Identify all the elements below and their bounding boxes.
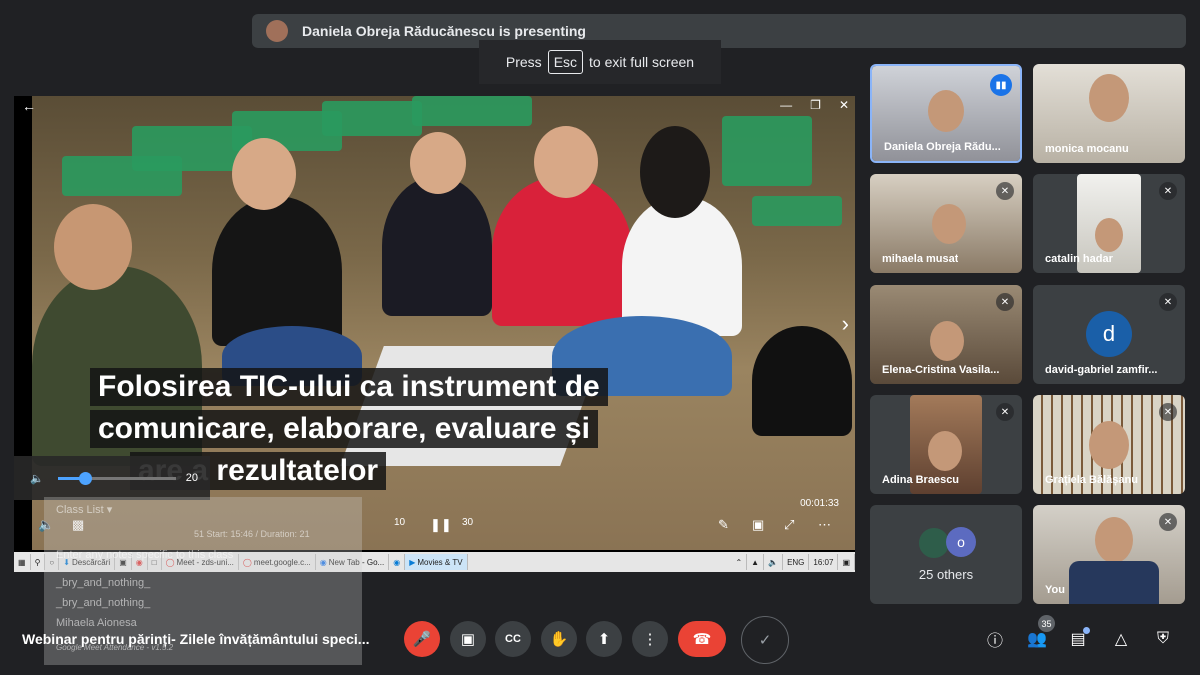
volume-value: 20 <box>185 472 198 484</box>
extension-button[interactable]: ✓ <box>741 616 789 664</box>
class-list-select[interactable]: Class List ▾ <box>56 503 112 516</box>
participant-name: Adina Braescu <box>882 474 960 486</box>
tray-chevron-icon[interactable]: ⌃ <box>731 554 748 570</box>
minimize-icon[interactable]: — <box>780 98 792 112</box>
participant-name: Grațiela Bălășanu <box>1045 474 1138 486</box>
avatar <box>266 20 288 42</box>
chat-notification-dot <box>1083 627 1090 634</box>
participant-name: Elena-Cristina Vasila... <box>882 364 1000 376</box>
more-icon: ⋮ <box>642 631 658 648</box>
participant-tile[interactable]: ✕ You <box>1033 505 1185 604</box>
participant-tile[interactable]: ✕ mihaela musat <box>870 174 1022 273</box>
mic-off-icon: ✕ <box>996 293 1014 311</box>
avatar: o <box>946 527 976 557</box>
close-icon[interactable]: ✕ <box>839 98 849 112</box>
participant-name: monica mocanu <box>1045 143 1129 155</box>
meeting-title: Webinar pentru părinți- Zilele învățămân… <box>22 631 370 647</box>
present-button[interactable]: ⬆ <box>586 621 622 657</box>
captions-icon: CC <box>505 633 521 645</box>
volume-icon[interactable]: 🔈 <box>30 472 44 485</box>
participant-name: mihaela musat <box>882 253 959 265</box>
edge-icon[interactable]: ◉ <box>389 554 406 570</box>
taskbar-clock[interactable]: 16:07 <box>809 554 839 570</box>
participant-tile[interactable]: ✕ Adina Braescu <box>870 395 1022 494</box>
participant-tile[interactable]: ✕ catalin hadar <box>1033 174 1185 273</box>
camera-icon: ▣ <box>460 631 476 648</box>
volume-slider[interactable] <box>57 471 176 485</box>
check-icon: ✓ <box>758 632 772 649</box>
wifi-icon[interactable]: ▲ <box>747 554 765 570</box>
raise-hand-icon: ✋ <box>549 631 569 648</box>
mic-off-icon: ✕ <box>1159 403 1177 421</box>
banner-text: Press <box>505 54 542 70</box>
participant-name: You <box>1045 584 1065 596</box>
esc-key: Esc <box>547 50 584 74</box>
skip-back-button[interactable]: 10 <box>394 517 405 528</box>
host-controls-icon[interactable]: ⛨ <box>1151 627 1175 651</box>
participant-tile[interactable]: ✕ Grațiela Bălășanu <box>1033 395 1185 494</box>
meeting-info-icon[interactable]: ⓘ <box>983 627 1007 651</box>
window-controls: — ❐ ✕ <box>780 98 849 112</box>
mic-off-icon: 🎤 <box>412 631 432 648</box>
participant-tile[interactable]: ▮▮ Daniela Obreja Rădu... <box>870 64 1022 163</box>
captions-button[interactable]: CC <box>495 621 531 657</box>
participant-tile[interactable]: ✕ Elena-Cristina Vasila... <box>870 285 1022 384</box>
caption-line: comunicare, elaborare, evaluare și <box>90 410 598 448</box>
more-icon[interactable]: ⋯ <box>818 517 831 533</box>
others-count: 25 others <box>918 567 974 582</box>
participant-tile[interactable]: d ✕ david-gabriel zamfir... <box>1033 285 1185 384</box>
caption-line: Folosirea TIC-ului ca instrument de <box>90 368 608 406</box>
more-options-button[interactable]: ⋮ <box>632 621 668 657</box>
speaking-icon: ▮▮ <box>990 74 1012 96</box>
back-arrow-icon[interactable]: ← <box>22 98 36 114</box>
raise-hand-button[interactable]: ✋ <box>541 621 577 657</box>
participant-tile[interactable]: monica mocanu <box>1033 64 1185 163</box>
skip-forward-button[interactable]: 30 <box>462 517 473 528</box>
notes-field[interactable]: Enter any notes specific to this class <box>56 549 233 561</box>
windows-start-icon[interactable]: ▦ <box>14 554 31 570</box>
taskbar-item[interactable]: ▶ Movies & TV <box>405 554 468 570</box>
camera-toggle-button[interactable]: ▣ <box>450 621 486 657</box>
others-tile[interactable]: o 25 others <box>870 505 1022 604</box>
pause-icon[interactable]: ❚❚ <box>430 517 452 533</box>
fullscreen-icon[interactable]: ⤢ <box>784 517 794 533</box>
list-item: _bry_and_nothing_ <box>56 597 151 609</box>
banner-text: to exit full screen <box>589 54 695 70</box>
mic-toggle-button[interactable]: 🎤 <box>404 621 440 657</box>
participant-name: catalin hadar <box>1045 253 1113 265</box>
people-count-badge: 35 <box>1038 615 1055 632</box>
time-readout: 00:01:33 <box>800 498 839 509</box>
restore-icon[interactable]: ❐ <box>810 98 821 112</box>
mic-off-icon: ✕ <box>1159 293 1177 311</box>
participant-name: Daniela Obreja Rădu... <box>884 141 1001 153</box>
miniplayer-icon[interactable]: ▣ <box>752 517 764 533</box>
mic-off-icon: ✕ <box>996 403 1014 421</box>
activities-icon[interactable]: △ <box>1109 627 1133 651</box>
list-item: Mihaela Aionesa <box>56 617 137 629</box>
list-item: _bry_and_nothing_ <box>56 577 151 589</box>
notifications-icon[interactable]: ▣ <box>838 554 855 570</box>
present-icon: ⬆ <box>597 631 611 648</box>
fullscreen-banner: Press Esc to exit full screen <box>479 40 721 84</box>
attendance-stats: 51 Start: 15:46 / Duration: 21 <box>194 529 310 539</box>
volume-popup: 🔈 20 <box>14 456 210 500</box>
language-indicator[interactable]: ENG <box>783 554 810 570</box>
chevron-right-icon[interactable]: › <box>842 311 849 337</box>
participant-name: david-gabriel zamfir... <box>1045 364 1158 376</box>
avatar: d <box>1086 311 1132 357</box>
sound-icon[interactable]: 🔈 <box>764 554 784 570</box>
mic-off-icon: ✕ <box>1159 182 1177 200</box>
mic-off-icon: ✕ <box>996 182 1014 200</box>
end-call-icon: ☎ <box>692 631 712 648</box>
pen-icon[interactable]: ✎ <box>718 517 729 533</box>
leave-call-button[interactable]: ☎ <box>678 621 726 657</box>
presenting-text: Daniela Obreja Răducănescu is presenting <box>302 23 586 39</box>
mic-off-icon: ✕ <box>1159 513 1177 531</box>
